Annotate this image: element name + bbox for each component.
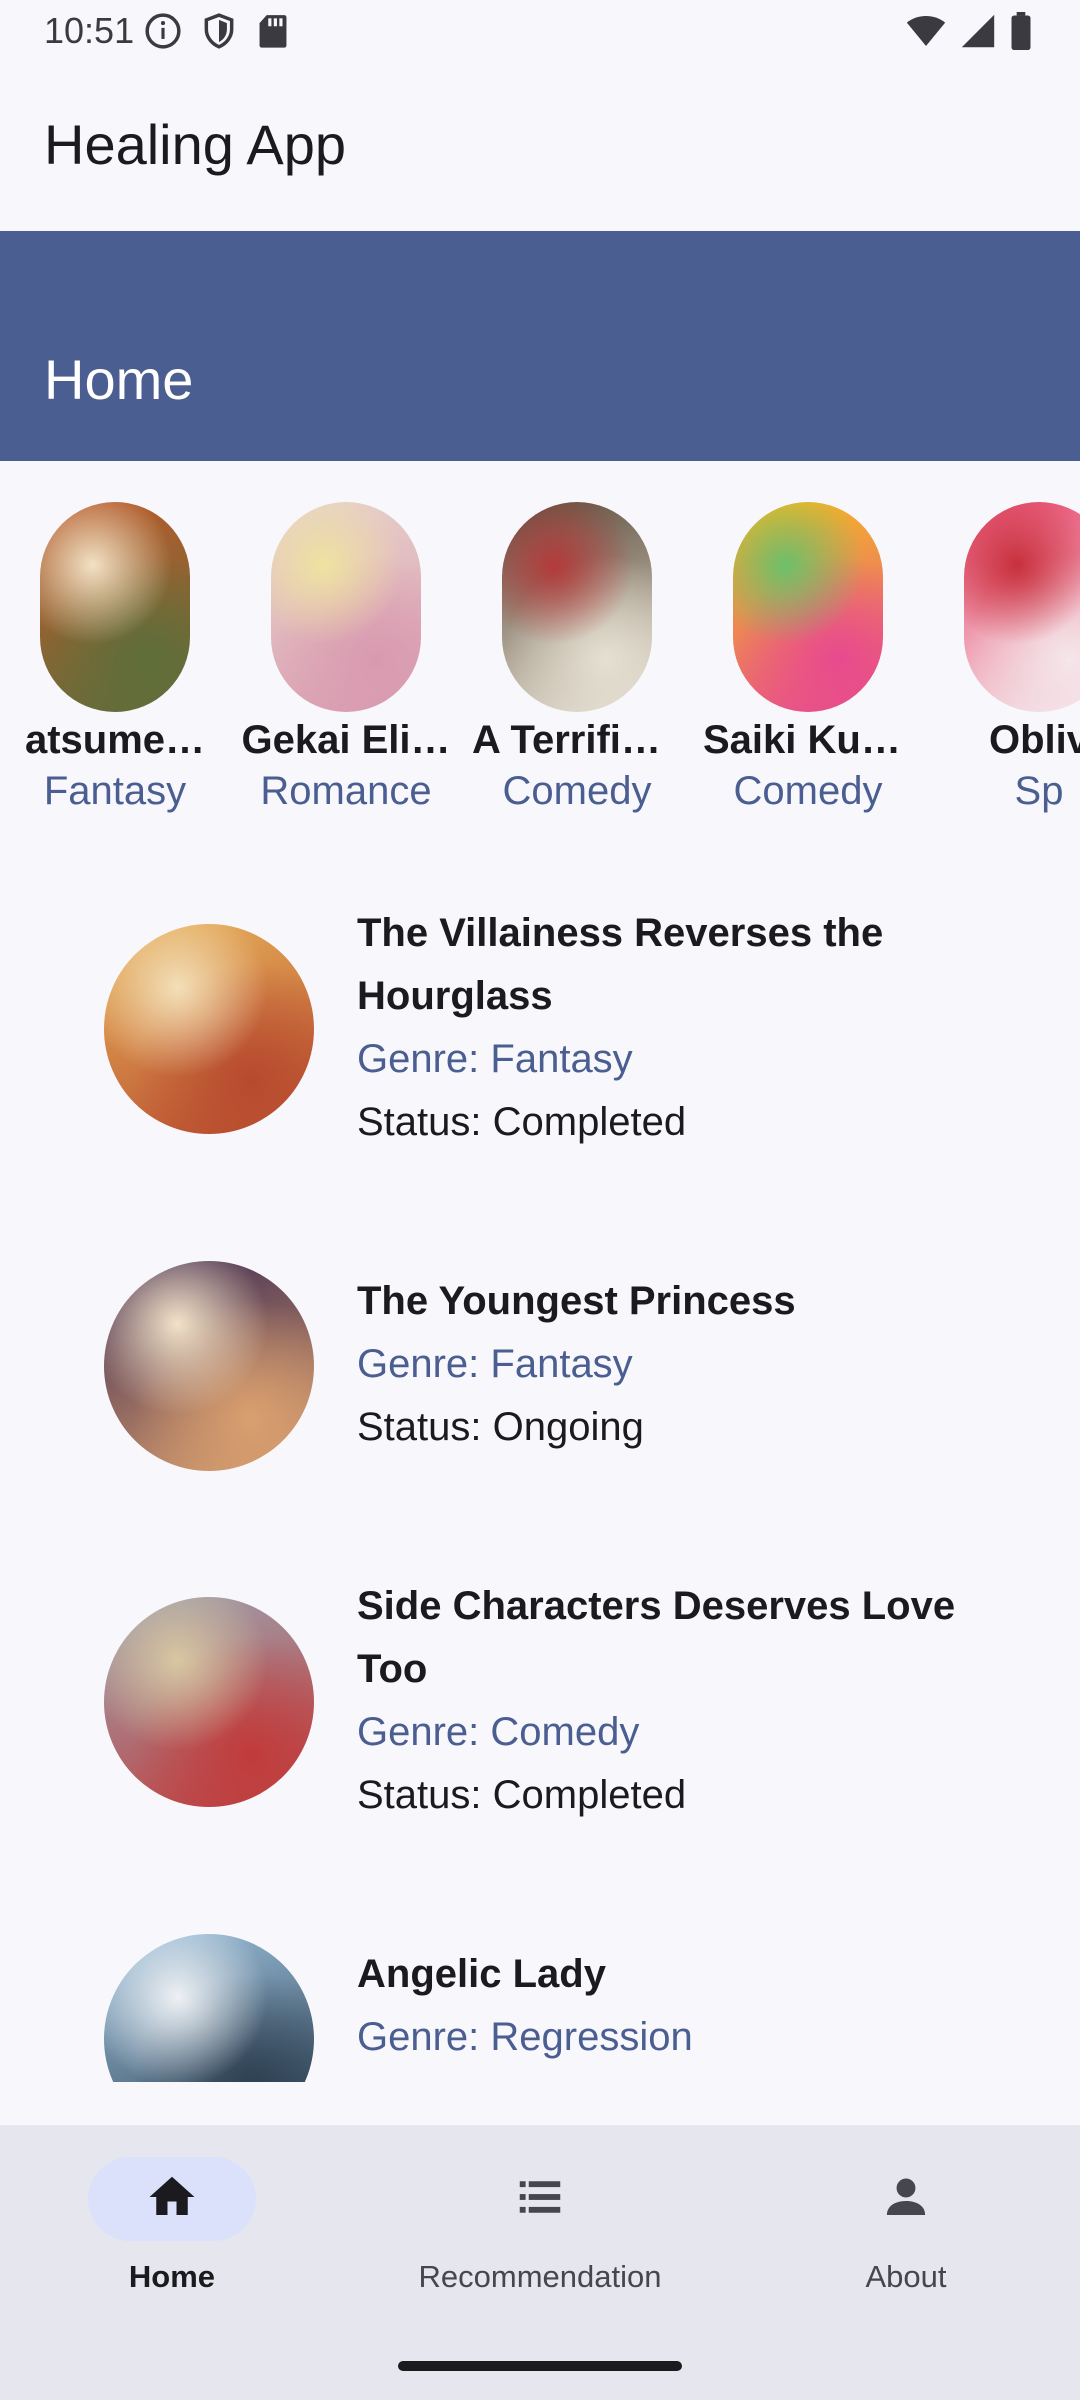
carousel-item-title: Obliv [988, 718, 1080, 762]
nav-home[interactable]: Home [22, 2157, 322, 2295]
bottom-navigation: Home Recommendation About [0, 2125, 1080, 2400]
nav-indicator [822, 2157, 990, 2241]
carousel-item-genre: Romance [260, 769, 432, 813]
cover-image [733, 502, 883, 712]
title-line: Side Characters Deserves Love [357, 1584, 956, 1628]
list-item-title: Side Characters Deserves Love Too [357, 1575, 997, 1701]
list-item-genre: Genre: Comedy [357, 1710, 640, 1754]
title-line: Angelic Lady [357, 1952, 606, 1996]
list-item-title: Angelic Lady [357, 1943, 997, 2006]
carousel-item-title: Saiki Kus… [703, 718, 913, 762]
battery-icon [1010, 12, 1032, 55]
thumbnail-image [104, 924, 314, 1134]
cover-image [271, 502, 421, 712]
title-line: Too [357, 1647, 428, 1691]
nav-recommendation-label: Recommendation [418, 2259, 662, 2294]
status-bar: 10:51 [0, 0, 1080, 64]
app-title: Healing App [44, 113, 347, 176]
page-title: Home [44, 348, 194, 411]
cover-image [40, 502, 190, 712]
list-item-title: The Villainess Reverses the Hourglass [357, 902, 997, 1028]
nav-recommendation[interactable]: Recommendation [390, 2157, 690, 2295]
title-line: The Villainess Reverses the [357, 911, 884, 955]
carousel-item[interactable]: atsume… Fantasy [10, 502, 220, 814]
gesture-handle[interactable] [398, 2361, 682, 2371]
nav-home-label: Home [128, 2259, 216, 2294]
thumbnail-image [104, 1934, 314, 2082]
carousel-item-genre: Fantasy [43, 769, 187, 813]
carousel-item[interactable]: Gekai Eli… Romance [241, 502, 451, 814]
title-line: Hourglass [357, 974, 553, 1018]
thumbnail-image [104, 1261, 314, 1471]
featured-carousel[interactable]: atsume… Fantasy Gekai Eli… Romance A Ter… [0, 502, 1080, 842]
status-icons-left [144, 12, 290, 55]
carousel-item[interactable]: Obliv Sp [934, 502, 1080, 814]
list-item-status: Status: Ongoing [357, 1405, 644, 1449]
comic-list[interactable]: The Villainess Reverses the Hourglass Ge… [0, 880, 1080, 2082]
signal-icon [960, 13, 996, 54]
wifi-icon [906, 13, 946, 54]
header-band: Home [0, 231, 1080, 461]
carousel-item-genre: Sp [1014, 769, 1064, 813]
title-line: The Youngest Princess [357, 1279, 796, 1323]
list-item-genre: Genre: Regression [357, 2015, 693, 2059]
status-icons-right [906, 12, 1032, 55]
carousel-item-title: atsume… [24, 718, 206, 762]
list-item-status: Status: Completed [357, 1773, 687, 1817]
nav-about[interactable]: About [756, 2157, 1056, 2295]
carousel-item[interactable]: A Terrifie… Comedy [472, 502, 682, 814]
carousel-item-genre: Comedy [733, 769, 883, 813]
home-icon [145, 2170, 199, 2229]
list-item-title: The Youngest Princess [357, 1270, 997, 1333]
list-icon [513, 2170, 567, 2229]
shield-icon [200, 12, 238, 55]
nav-indicator [88, 2157, 256, 2241]
info-icon [144, 12, 182, 55]
person-icon [879, 2170, 933, 2229]
sd-card-icon [256, 12, 290, 55]
list-item-genre: Genre: Fantasy [357, 1037, 633, 1081]
list-item-status: Status: Completed [357, 1100, 687, 1144]
carousel-item-title: A Terrifie… [472, 718, 682, 762]
cover-image [502, 502, 652, 712]
list-item-status: Status: Completed [357, 2069, 997, 2082]
carousel-item-title: Gekai Eli… [241, 718, 451, 762]
nav-indicator [456, 2157, 624, 2241]
nav-about-label: About [865, 2259, 947, 2294]
thumbnail-image [104, 1597, 314, 1807]
cover-image [964, 502, 1080, 712]
carousel-item[interactable]: Saiki Kus… Comedy [703, 502, 913, 814]
list-item-genre: Genre: Fantasy [357, 1342, 633, 1386]
status-time: 10:51 [44, 10, 135, 51]
carousel-item-genre: Comedy [502, 769, 652, 813]
